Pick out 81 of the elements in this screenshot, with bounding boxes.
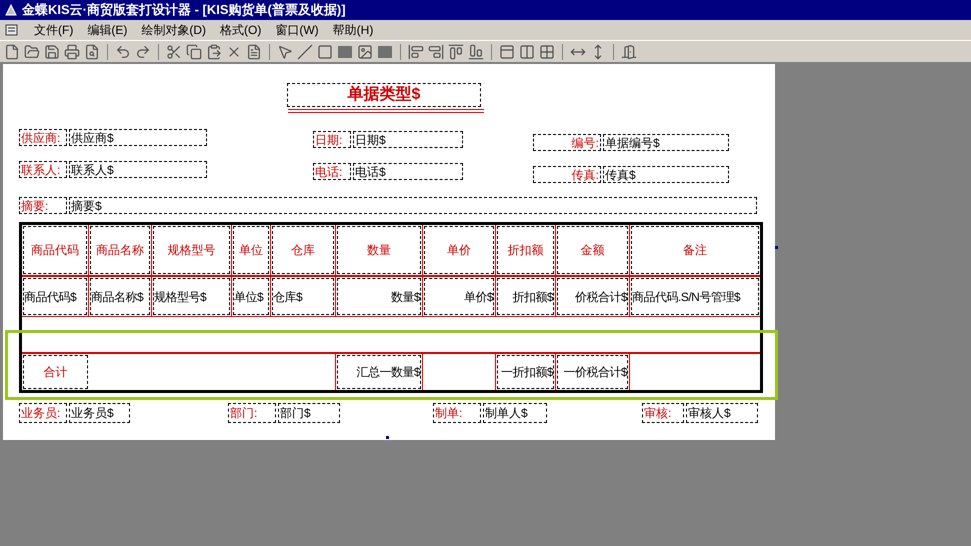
field-label: 部门: [228, 403, 276, 423]
field-label: 供应商: [19, 129, 67, 146]
grid-icon[interactable] [539, 44, 555, 60]
cut-icon[interactable] [166, 44, 182, 60]
menu-item[interactable]: 文件(F) [34, 21, 74, 39]
resize-handle[interactable] [386, 436, 389, 439]
table-cell: 折扣额$ [497, 278, 554, 315]
field-value: 审核人$ [686, 403, 758, 423]
field-label: 摘要: [19, 197, 67, 214]
column-header: 单位 [233, 226, 269, 274]
column-header: 规格型号 [153, 226, 230, 274]
menu-item[interactable]: 格式(O) [220, 21, 262, 39]
menu-item[interactable]: 编辑(E) [87, 21, 128, 39]
table-cell: 数量$ [337, 278, 421, 315]
open-folder-icon[interactable] [24, 44, 40, 60]
new-file-icon[interactable] [4, 44, 20, 60]
exit-door-icon[interactable] [621, 44, 637, 60]
field-label: 审核: [642, 403, 684, 423]
total-value: 一折扣额$ [497, 355, 554, 389]
table-cell: 单价$ [424, 278, 494, 315]
picture-icon[interactable] [357, 44, 373, 60]
table-cell: 商品代码.S/N号管理$ [631, 278, 759, 315]
field-value: 部门$ [278, 403, 340, 423]
field-value: 日期$ [353, 131, 463, 148]
document-icon[interactable] [4, 23, 20, 37]
column-header: 折扣额 [497, 226, 554, 274]
column-header: 数量 [337, 226, 421, 274]
field-value: 供应商$ [69, 129, 207, 146]
line-icon[interactable] [297, 44, 313, 60]
field-label: 传真: [533, 166, 601, 183]
resize-handle[interactable] [775, 246, 778, 249]
copy-icon[interactable] [186, 44, 202, 60]
paste-icon[interactable] [206, 44, 222, 60]
field-value: 传真$ [603, 166, 729, 183]
align-bottom-icon[interactable] [468, 44, 484, 60]
table-cell: 商品名称$ [90, 278, 150, 315]
columns-icon[interactable] [519, 44, 535, 60]
undo-icon[interactable] [115, 44, 131, 60]
field-label: 业务员: [19, 403, 67, 423]
table-cell: 价税合计$ [557, 278, 628, 315]
align-left-icon[interactable] [408, 44, 424, 60]
field-label: 联系人: [19, 161, 67, 178]
table-cell: 仓库$ [272, 278, 334, 315]
field-value: 联系人$ [69, 161, 207, 178]
rectangle-icon[interactable] [317, 44, 333, 60]
panel-icon[interactable] [499, 44, 515, 60]
redo-icon[interactable] [135, 44, 151, 60]
print-preview-icon[interactable] [84, 44, 100, 60]
window-title: 金蝶KIS云·商贸版套打设计器 - [KIS购货单(普票及收据)] [22, 1, 346, 20]
report-title: 单据类型$ [287, 83, 481, 107]
menu-item[interactable]: 帮助(H) [332, 21, 374, 39]
field-value: 单据编号$ [603, 134, 729, 151]
filled-rectangle-icon[interactable] [337, 44, 353, 60]
app-icon [4, 3, 18, 17]
filled-square-icon[interactable] [377, 44, 393, 60]
field-value: 摘要$ [69, 197, 757, 214]
total-value: 汇总一数量$ [337, 355, 421, 389]
save-icon[interactable] [44, 44, 60, 60]
menu-item[interactable]: 绘制对象(D) [141, 21, 206, 39]
field-value: 制单人$ [483, 403, 547, 423]
table-cell: 规格型号$ [153, 278, 230, 315]
table-cell: 商品代码$ [23, 278, 87, 315]
field-value: 电话$ [353, 163, 463, 180]
field-value: 业务员$ [69, 403, 130, 423]
total-label: 合计 [23, 355, 88, 389]
field-label: 编号: [533, 134, 601, 151]
align-top-icon[interactable] [448, 44, 464, 60]
menu-item[interactable]: 窗口(W) [275, 21, 319, 39]
field-label: 日期: [313, 131, 351, 148]
total-value: 一价税合计$ [557, 355, 628, 389]
align-right-icon[interactable] [428, 44, 444, 60]
column-header: 商品名称 [90, 226, 150, 274]
column-header: 单价 [424, 226, 494, 274]
field-label: 电话: [313, 163, 351, 180]
print-icon[interactable] [64, 44, 80, 60]
pointer-icon[interactable] [277, 44, 293, 60]
column-header: 仓库 [272, 226, 334, 274]
field-label: 制单: [433, 403, 481, 423]
column-header: 备注 [631, 226, 759, 274]
table-cell: 单位$ [233, 278, 269, 315]
column-header: 金额 [557, 226, 628, 274]
